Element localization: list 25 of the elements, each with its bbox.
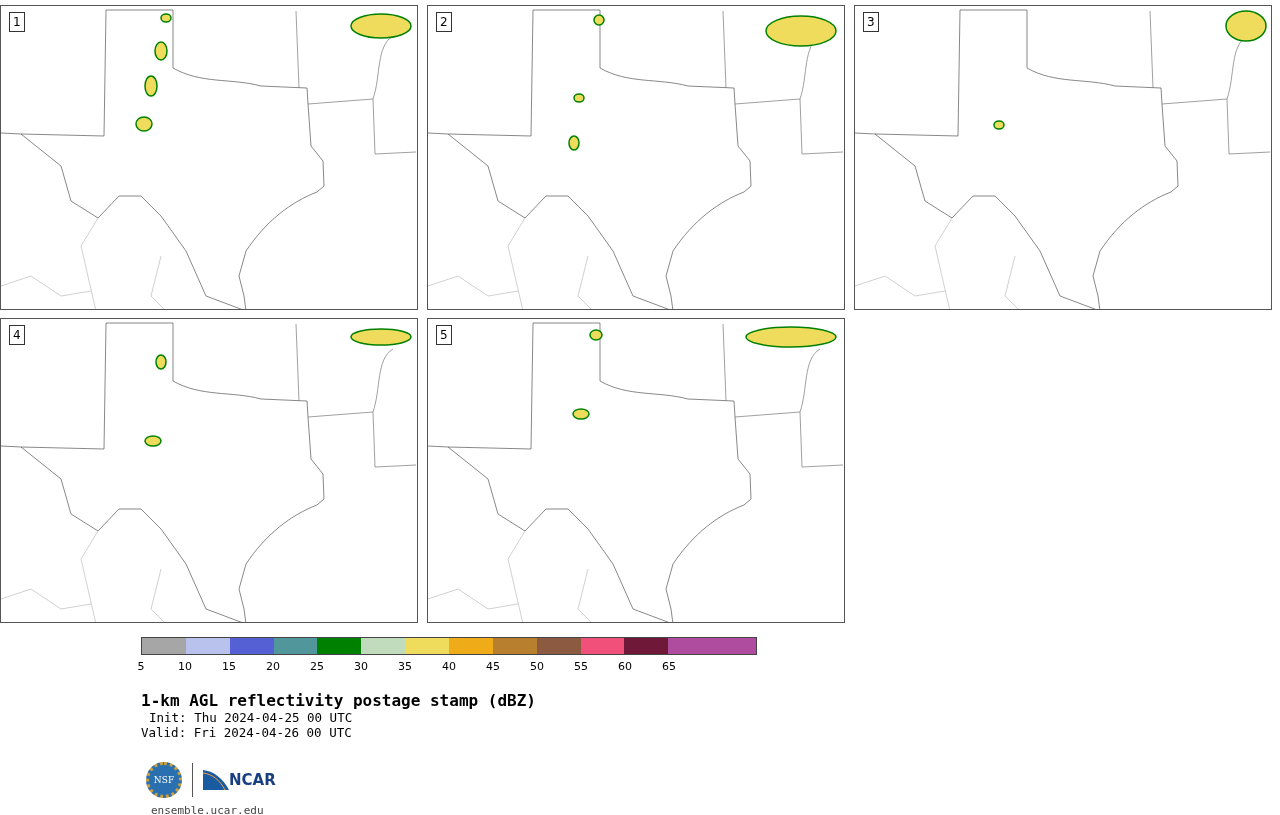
- tick-label: 25: [310, 659, 324, 674]
- tick-label: 5: [137, 659, 145, 674]
- panel-number: 1: [9, 12, 25, 32]
- tick-label: 65: [662, 659, 676, 674]
- valid-time: Valid: Fri 2024-04-26 00 UTC: [141, 725, 353, 740]
- tick-label: 35: [398, 659, 412, 674]
- tick-label: 60: [618, 659, 632, 674]
- panel-number: 5: [436, 325, 452, 345]
- tick-label: 55: [574, 659, 588, 674]
- tick-label: 15: [222, 659, 236, 674]
- site-url: ensemble.ucar.edu: [151, 804, 265, 815]
- tick-label: 45: [486, 659, 500, 674]
- tick-label: 10: [178, 659, 192, 674]
- tick-label: 50: [530, 659, 544, 674]
- ncar-logo-text: NCAR: [229, 771, 276, 789]
- panel-number: 2: [436, 12, 452, 32]
- tick-label: 40: [442, 659, 456, 674]
- arc-logo-icon: [203, 770, 229, 790]
- init-time: Init: Thu 2024-04-25 00 UTC: [148, 710, 354, 725]
- tick-label: 20: [266, 659, 280, 674]
- tick-label: 30: [354, 659, 368, 674]
- chart-title: 1-km AGL reflectivity postage stamp (dBZ): [141, 691, 537, 710]
- seal-text: NSF: [153, 775, 175, 785]
- panel-number: 3: [863, 12, 879, 32]
- panel-number: 4: [9, 325, 25, 345]
